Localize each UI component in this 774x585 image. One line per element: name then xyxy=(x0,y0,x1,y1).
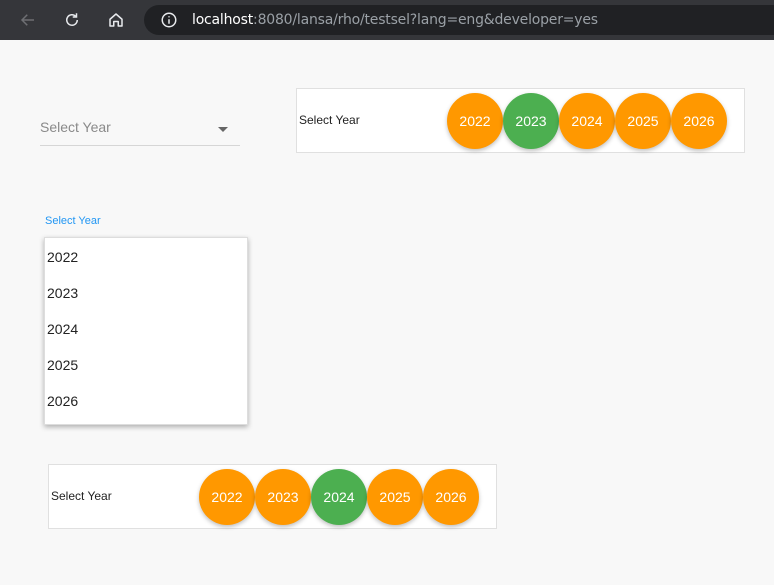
info-icon[interactable] xyxy=(160,11,178,29)
year-option-2025[interactable]: 2025 xyxy=(367,469,423,525)
dropdown-option-2024[interactable]: 2024 xyxy=(47,311,245,347)
year-selector-label: Select Year xyxy=(299,113,360,127)
year-selector-label: Select Year xyxy=(51,489,112,503)
year-selector-bottom: Select Year 2022 2023 2024 2025 2026 xyxy=(48,464,497,529)
url-text: localhost:8080/lansa/rho/testsel?lang=en… xyxy=(192,12,598,28)
year-option-2022[interactable]: 2022 xyxy=(199,469,255,525)
year-select[interactable]: Select Year xyxy=(40,110,240,146)
dropdown-option-2022[interactable]: 2022 xyxy=(47,239,245,275)
url-path: :8080/lansa/rho/testsel?lang=eng&develop… xyxy=(253,12,598,28)
year-option-2024[interactable]: 2024 xyxy=(559,93,615,149)
year-option-2025[interactable]: 2025 xyxy=(615,93,671,149)
address-bar[interactable]: localhost:8080/lansa/rho/testsel?lang=en… xyxy=(144,5,774,35)
browser-toolbar: localhost:8080/lansa/rho/testsel?lang=en… xyxy=(0,0,774,40)
dropdown-option-2025[interactable]: 2025 xyxy=(47,347,245,383)
dropdown-option-2026[interactable]: 2026 xyxy=(47,383,245,419)
dropdown-option-2023[interactable]: 2023 xyxy=(47,275,245,311)
year-option-2026[interactable]: 2026 xyxy=(423,469,479,525)
year-select-placeholder: Select Year xyxy=(40,119,111,135)
year-selector-top: Select Year 2022 2023 2024 2025 2026 xyxy=(296,88,745,153)
url-host: localhost xyxy=(192,12,254,28)
caret-down-icon xyxy=(218,127,228,132)
reload-icon xyxy=(66,13,78,26)
year-option-2023[interactable]: 2023 xyxy=(255,469,311,525)
reload-button[interactable] xyxy=(60,8,84,32)
year-option-2022[interactable]: 2022 xyxy=(447,93,503,149)
year-option-2023[interactable]: 2023 xyxy=(503,93,559,149)
year-option-2024[interactable]: 2024 xyxy=(311,469,367,525)
year-dropdown-menu: 2022 2023 2024 2025 2026 xyxy=(44,237,248,425)
year-option-2026[interactable]: 2026 xyxy=(671,93,727,149)
back-button[interactable] xyxy=(16,8,40,32)
home-button[interactable] xyxy=(104,8,128,32)
home-icon xyxy=(109,13,123,27)
arrow-left-icon xyxy=(20,14,34,26)
year-select-floating-label: Select Year xyxy=(45,215,101,227)
